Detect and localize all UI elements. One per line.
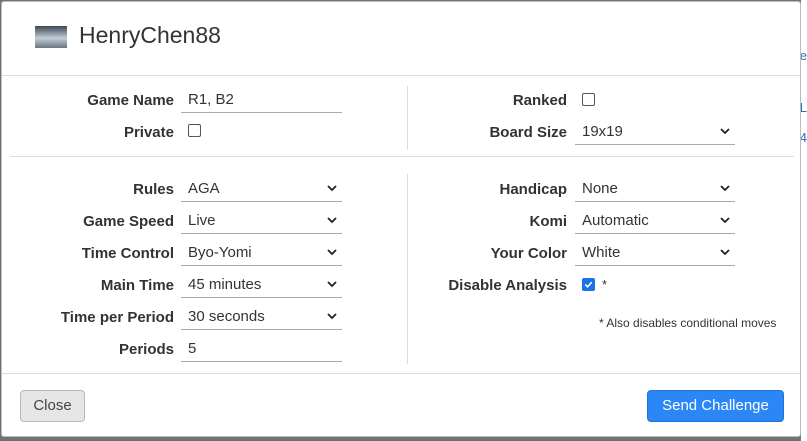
handicap-value: None [582, 180, 618, 197]
time-per-period-value: 30 seconds [188, 308, 265, 325]
periods-input[interactable]: 5 [181, 338, 342, 362]
chevron-down-icon [327, 249, 337, 256]
board-size-value: 19x19 [582, 123, 623, 140]
chevron-down-icon [720, 249, 730, 256]
time-per-period-label: Time per Period [60, 309, 174, 326]
board-size-select[interactable]: 19x19 [575, 121, 735, 145]
background-page-edge: e L 4 [801, 0, 807, 441]
ranked-checkbox[interactable] [582, 93, 595, 106]
komi-label: Komi [529, 213, 568, 230]
dialog-footer-divider [2, 373, 800, 374]
bg-text: L [801, 100, 807, 115]
handicap-label: Handicap [499, 181, 567, 198]
chevron-down-icon [327, 313, 337, 320]
game-name-label: Game Name [87, 92, 174, 109]
time-control-label: Time Control [81, 245, 174, 262]
analysis-footnote: * Also disables conditional moves [599, 316, 777, 330]
main-time-select[interactable]: 45 minutes [181, 274, 342, 298]
rules-value: AGA [188, 180, 220, 197]
your-color-value: White [582, 244, 621, 261]
rules-label: Rules [133, 181, 174, 198]
your-color-label: Your Color [490, 245, 567, 262]
checkmark-icon [584, 281, 593, 288]
chevron-down-icon [327, 281, 337, 288]
handicap-select[interactable]: None [575, 178, 735, 202]
game-speed-value: Live [188, 212, 216, 229]
board-size-label: Board Size [489, 124, 567, 141]
challenge-dialog: HenryChen88 Game Name R1, B2 Private Ran… [1, 1, 801, 437]
game-name-input[interactable]: R1, B2 [181, 89, 342, 113]
your-color-select[interactable]: White [575, 242, 735, 266]
divider-horizontal [10, 156, 794, 157]
dialog-header: HenryChen88 [2, 2, 800, 76]
game-speed-select[interactable]: Live [181, 210, 342, 234]
chevron-down-icon [720, 128, 730, 135]
disable-analysis-checkbox[interactable] [582, 278, 595, 291]
bg-text: 4 [801, 130, 807, 145]
chevron-down-icon [720, 185, 730, 192]
private-label: Private [123, 124, 174, 141]
bg-text: e [801, 48, 807, 63]
disable-analysis-star: * [602, 277, 608, 292]
opponent-username: HenryChen88 [79, 22, 221, 48]
divider-vertical [407, 174, 408, 364]
chevron-down-icon [327, 217, 337, 224]
disable-analysis-label: Disable Analysis [448, 277, 567, 294]
chevron-down-icon [327, 185, 337, 192]
komi-select[interactable]: Automatic [575, 210, 735, 234]
divider-vertical [407, 86, 408, 150]
main-time-value: 45 minutes [188, 276, 262, 293]
send-challenge-button[interactable]: Send Challenge [647, 390, 784, 422]
avatar [35, 26, 67, 48]
main-time-label: Main Time [100, 277, 174, 294]
time-per-period-select[interactable]: 30 seconds [181, 306, 342, 330]
rules-select[interactable]: AGA [181, 178, 342, 202]
close-button[interactable]: Close [20, 390, 85, 422]
private-checkbox[interactable] [188, 124, 201, 137]
time-control-value: Byo-Yomi [188, 244, 252, 261]
time-control-select[interactable]: Byo-Yomi [181, 242, 342, 266]
periods-label: Periods [118, 341, 174, 358]
ranked-label: Ranked [512, 92, 567, 109]
game-speed-label: Game Speed [83, 213, 174, 230]
komi-value: Automatic [582, 212, 649, 229]
chevron-down-icon [720, 217, 730, 224]
